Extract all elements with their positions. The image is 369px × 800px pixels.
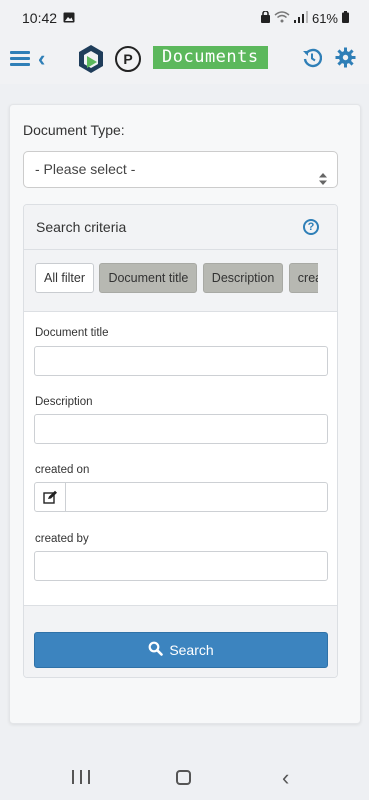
nav-back-icon[interactable]: ‹ [282, 765, 289, 791]
chip-created[interactable]: crea [288, 263, 318, 293]
app-bar: ‹ P Documents [0, 36, 369, 84]
document-title-label: Document title [35, 327, 109, 339]
lock-icon [260, 9, 270, 26]
battery-icon [342, 10, 349, 26]
status-time: 10:42 [22, 10, 58, 26]
system-nav-bar: ‹ [0, 752, 369, 800]
chip-document-title[interactable]: Document title [99, 263, 198, 293]
chip-description[interactable]: Description [202, 263, 284, 293]
search-icon [148, 641, 164, 659]
history-icon[interactable] [302, 48, 323, 68]
created-by-input[interactable] [34, 551, 328, 581]
image-notification-icon [63, 10, 75, 26]
back-icon[interactable]: ‹ [38, 46, 45, 72]
status-bar: 10:42 61% [0, 0, 369, 36]
created-on-input[interactable] [34, 482, 328, 512]
created-on-label: created on [35, 464, 90, 476]
search-criteria-header: Search criteria ? [24, 205, 337, 250]
p-logo-icon: P [115, 46, 141, 72]
created-by-label: created by [35, 533, 89, 545]
filter-chip-scroller[interactable]: All filter Document title Description cr… [35, 263, 318, 293]
document-type-label: Document Type: [23, 122, 125, 138]
battery-level: 61% [311, 10, 338, 26]
search-button-label: Search [169, 642, 214, 658]
wifi-icon [274, 10, 290, 26]
filter-chip-bar: All filter Document title Description cr… [24, 250, 337, 312]
description-input[interactable] [34, 414, 328, 444]
search-criteria-panel: Search criteria ? All filter Document ti… [23, 204, 338, 678]
menu-icon[interactable] [10, 48, 30, 68]
description-label: Description [35, 396, 93, 408]
document-type-select[interactable]: - Please select - [23, 151, 338, 188]
gear-icon[interactable] [335, 47, 356, 68]
chip-all-filter[interactable]: All filter [35, 263, 94, 293]
search-button[interactable]: Search [34, 632, 328, 668]
edit-date-icon[interactable] [35, 483, 66, 511]
search-criteria-title: Search criteria [36, 219, 127, 235]
status-icons: 61% [260, 9, 349, 26]
search-criteria-footer: Search [24, 605, 337, 677]
app-logo-icon [76, 44, 106, 74]
select-arrows-icon [319, 163, 327, 185]
document-title-input[interactable] [34, 346, 328, 376]
page-title: Documents [153, 46, 268, 69]
recents-icon[interactable] [72, 770, 90, 784]
home-icon[interactable] [176, 770, 191, 785]
help-icon[interactable]: ? [303, 219, 319, 235]
document-type-value: - Please select - [35, 161, 136, 177]
signal-icon [293, 10, 308, 26]
